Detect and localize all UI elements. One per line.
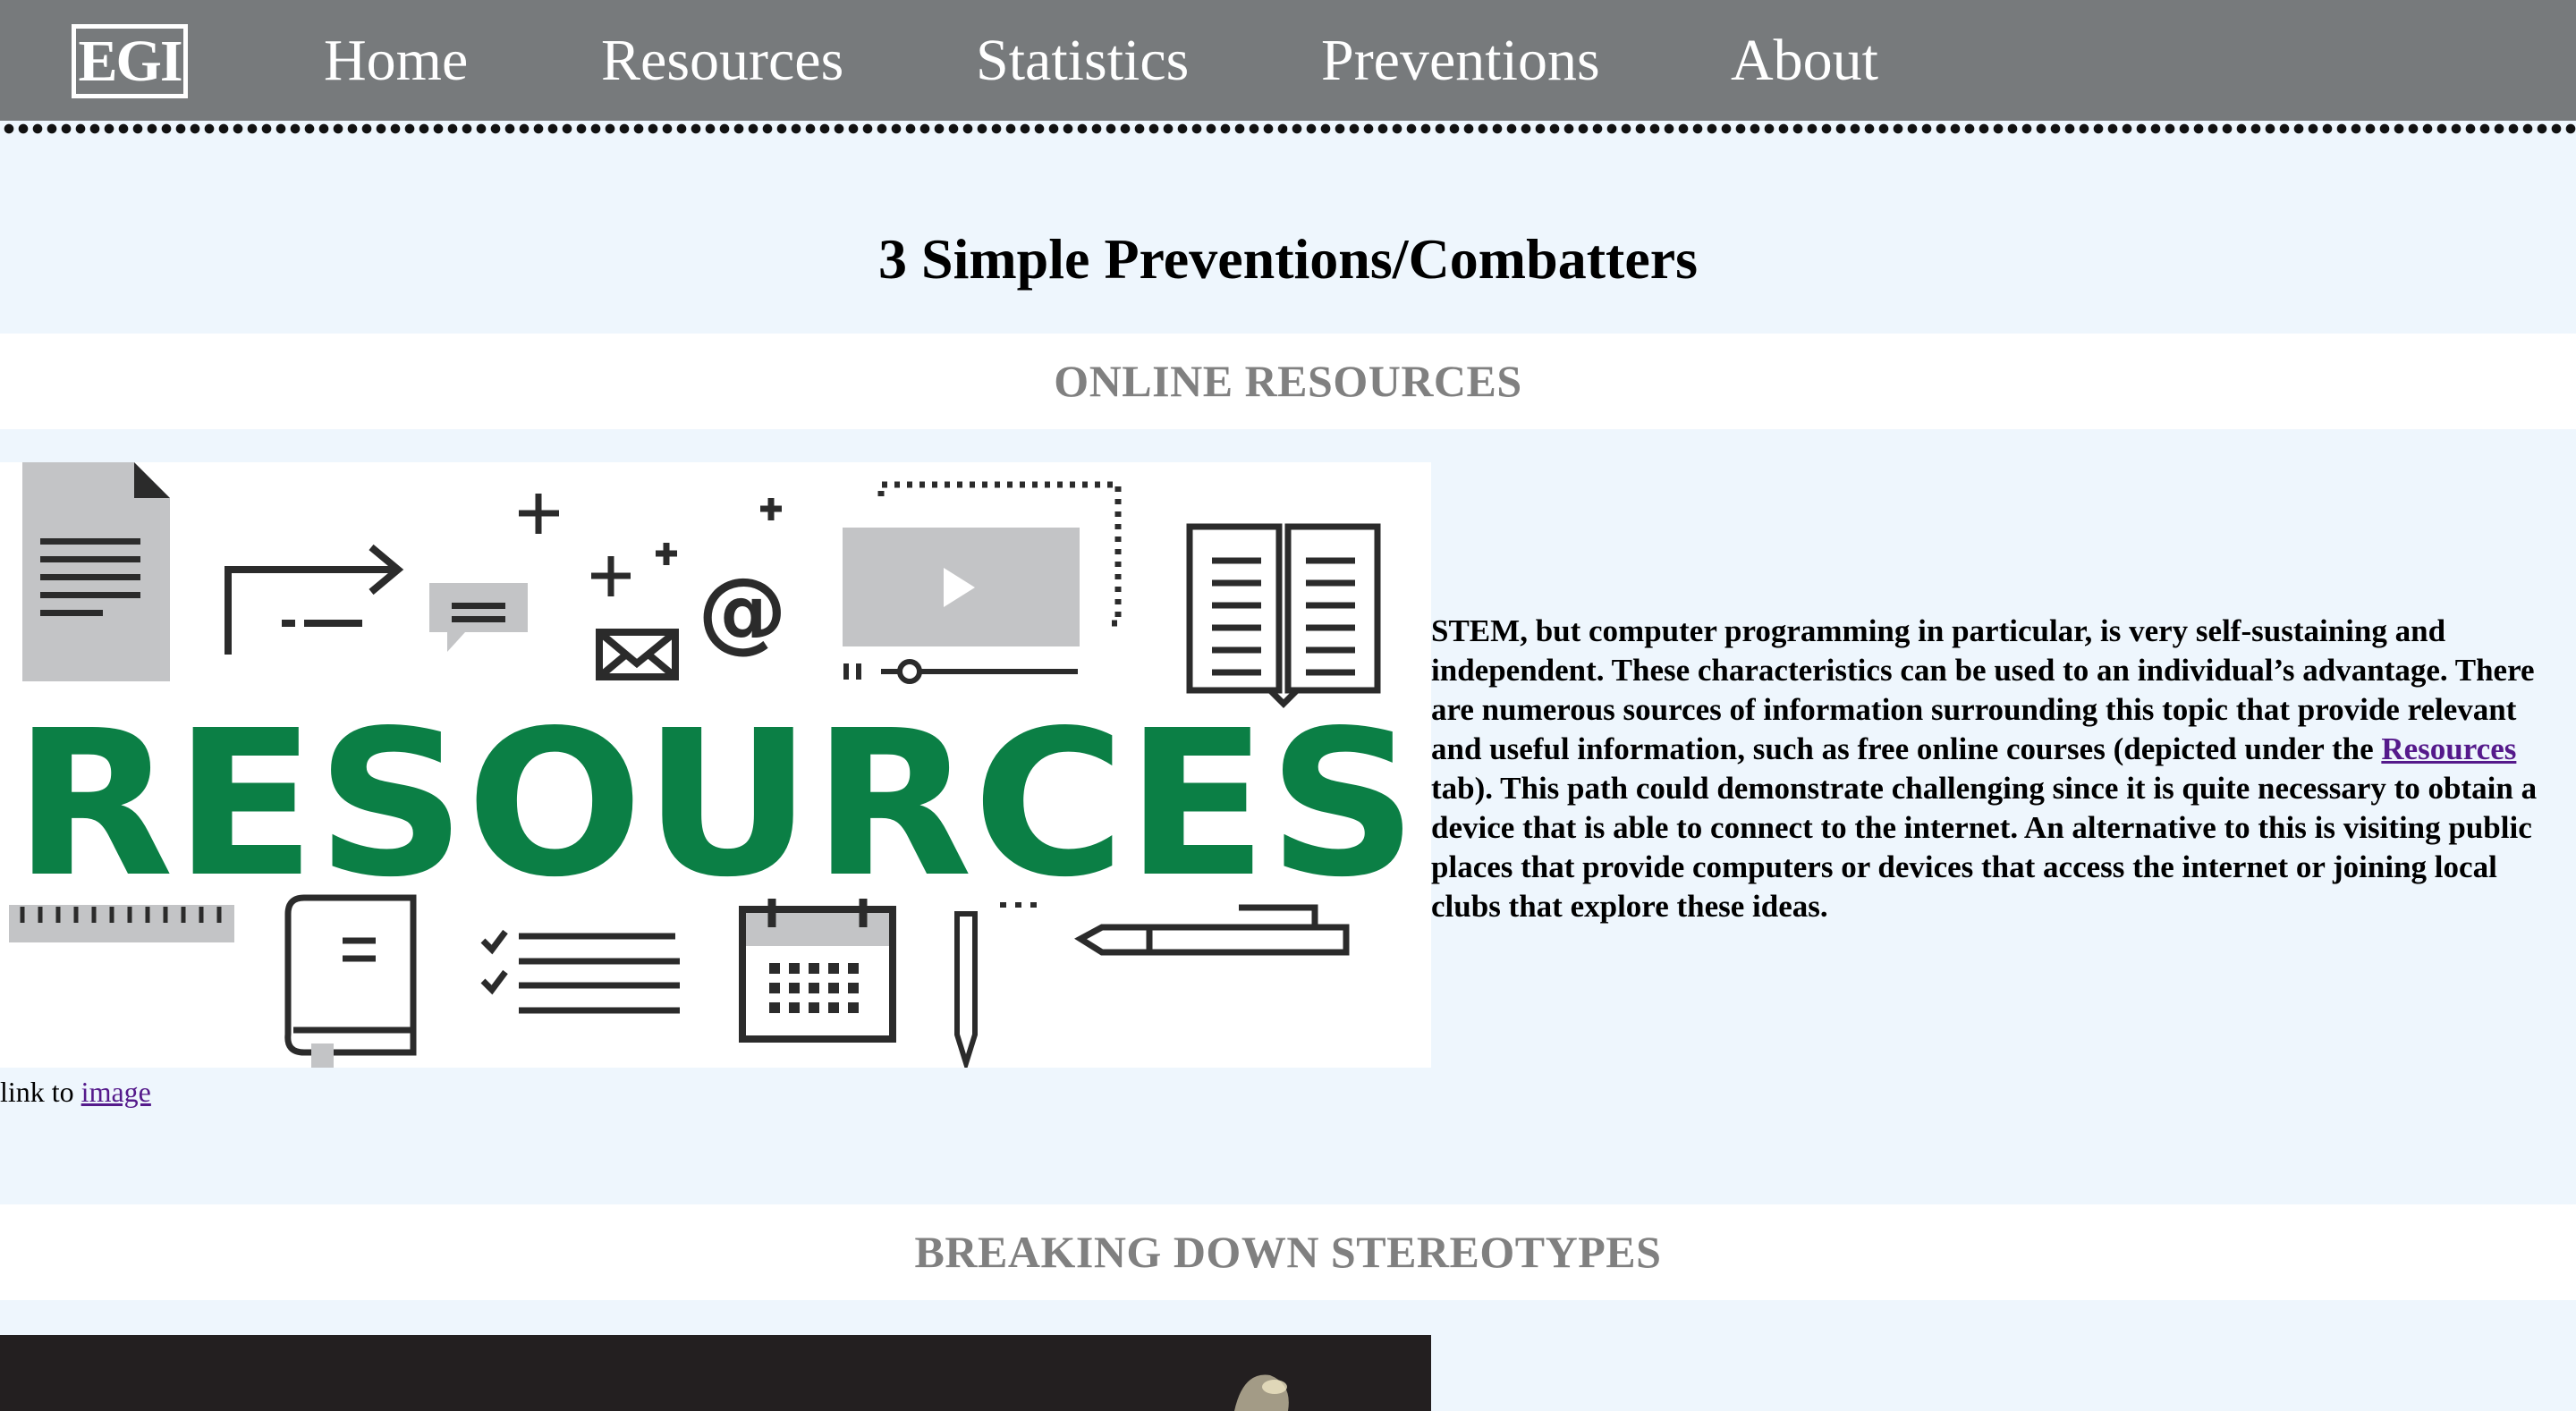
resources-tab-link[interactable]: Resources — [2381, 731, 2516, 766]
ruler-icon — [9, 905, 234, 942]
nav-preventions[interactable]: Preventions — [1321, 25, 1600, 97]
closed-book-icon — [284, 894, 417, 1068]
paragraph-text-1: STEM, but computer programming in partic… — [1431, 613, 2535, 766]
egi-logo[interactable]: EGI — [72, 24, 188, 98]
chat-bubble-icon — [429, 583, 528, 652]
top-navbar: EGI Home Resources Statistics Prevention… — [0, 0, 2576, 121]
stereotypes-image — [0, 1335, 1431, 1411]
image-link[interactable]: image — [81, 1076, 151, 1108]
arrow-icon — [225, 544, 404, 655]
resources-word: RESOURCES — [13, 688, 1418, 922]
calendar-icon — [739, 899, 896, 1043]
nav-home[interactable]: Home — [324, 25, 468, 97]
resources-image: @ RESOURCES — [0, 462, 1431, 1068]
image-credit-prefix: link to — [0, 1076, 74, 1108]
at-sign-icon: @ — [698, 558, 787, 663]
page-title: 3 Simple Preventions/Combatters — [877, 227, 1699, 291]
envelope-icon — [596, 629, 679, 680]
dotted-divider — [0, 121, 2576, 137]
section-band-stereotypes: BREAKING DOWN STEREOTYPES — [0, 1204, 2576, 1300]
section-heading-stereotypes: BREAKING DOWN STEREOTYPES — [914, 1227, 1662, 1277]
nav-statistics[interactable]: Statistics — [976, 25, 1189, 97]
paragraph-text-2: tab). This path could demonstrate challe… — [1431, 771, 2538, 924]
pencil-icon — [954, 902, 1037, 1068]
open-book-icon — [1186, 523, 1381, 708]
nav-about[interactable]: About — [1731, 25, 1878, 97]
svg-text:@: @ — [698, 558, 787, 663]
document-icon — [22, 462, 170, 681]
section-band-online-resources: ONLINE RESOURCES — [0, 334, 2576, 429]
video-player-icon — [843, 481, 1122, 684]
online-resources-paragraph: STEM, but computer programming in partic… — [1431, 612, 2572, 926]
section-heading-online-resources: ONLINE RESOURCES — [1054, 356, 1522, 406]
nav-resources[interactable]: Resources — [601, 25, 843, 97]
image-credit: link to image — [0, 1071, 151, 1112]
checklist-icon — [480, 929, 680, 1014]
